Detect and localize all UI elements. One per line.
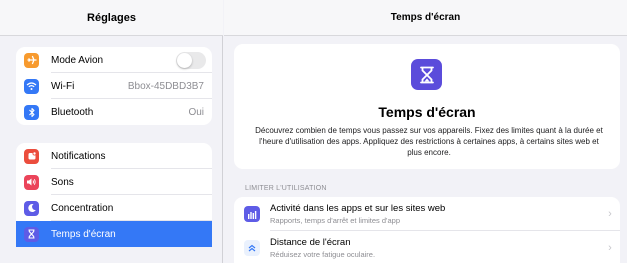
- moon-icon: [24, 200, 39, 216]
- sidebar: Réglages Mode Avion Wi-Fi Bbox-45DBD3B7 …: [0, 0, 223, 263]
- bar-chart-icon: [244, 206, 260, 222]
- list-item-title: Distance de l'écran: [270, 237, 351, 248]
- sidebar-item-label: Bluetooth: [51, 106, 94, 118]
- list-item-title: Activité dans les apps et sur les sites …: [270, 203, 446, 214]
- sidebar-item-notifications[interactable]: Notifications: [16, 143, 212, 169]
- notifications-icon: [24, 148, 39, 164]
- sidebar-item-label: Sons: [51, 176, 74, 188]
- settings-group-notifications: Notifications Sons Concentration Temps d…: [16, 143, 212, 247]
- page-title: Temps d'écran: [224, 0, 627, 36]
- wifi-icon: [24, 78, 39, 94]
- sidebar-item-focus[interactable]: Concentration: [16, 195, 212, 221]
- limit-usage-list: Activité dans les apps et sur les sites …: [234, 197, 620, 263]
- airplane-icon: [24, 52, 39, 68]
- sidebar-item-label: Mode Avion: [51, 54, 104, 66]
- list-item-screen-distance[interactable]: Distance de l'écran Réduisez votre fatig…: [234, 231, 620, 263]
- sidebar-item-sounds[interactable]: Sons: [16, 169, 212, 195]
- sound-icon: [24, 174, 39, 190]
- sidebar-item-wifi[interactable]: Wi-Fi Bbox-45DBD3B7: [16, 73, 212, 99]
- hourglass-icon: [411, 59, 442, 90]
- sidebar-item-bluetooth[interactable]: Bluetooth Oui: [16, 99, 212, 125]
- sidebar-item-label: Temps d'écran: [51, 228, 116, 240]
- sidebar-item-label: Wi-Fi: [51, 80, 75, 92]
- hourglass-icon: [24, 226, 39, 242]
- detail-pane: Temps d'écran Temps d'écran Découvrez co…: [224, 0, 627, 263]
- list-item-app-activity[interactable]: Activité dans les apps et sur les sites …: [234, 197, 620, 231]
- toggle-knob: [177, 52, 192, 68]
- sidebar-item-label: Notifications: [51, 150, 106, 162]
- chevrons-up-icon: [244, 240, 260, 256]
- sidebar-item-screen-time[interactable]: Temps d'écran: [16, 221, 212, 247]
- hero-description: Découvrez combien de temps vous passez s…: [255, 126, 603, 157]
- hero-title: Temps d'écran: [378, 104, 476, 120]
- sidebar-item-label: Concentration: [51, 202, 114, 214]
- bluetooth-status: Oui: [188, 106, 204, 118]
- list-item-text: Distance de l'écran Réduisez votre fatig…: [270, 237, 600, 259]
- sidebar-item-airplane-mode[interactable]: Mode Avion: [16, 47, 212, 73]
- list-item-text: Activité dans les apps et sur les sites …: [270, 203, 600, 225]
- chevron-right-icon: ›: [608, 208, 612, 220]
- sidebar-title: Réglages: [0, 0, 223, 36]
- list-item-subtitle: Rapports, temps d'arrêt et limites d'app: [270, 216, 401, 225]
- settings-group-connectivity: Mode Avion Wi-Fi Bbox-45DBD3B7 Bluetooth…: [16, 47, 212, 125]
- airplane-mode-toggle[interactable]: [176, 51, 206, 69]
- chevron-right-icon: ›: [608, 242, 612, 254]
- list-item-subtitle: Réduisez votre fatigue oculaire.: [270, 250, 376, 259]
- section-header: LIMITER L'UTILISATION: [245, 185, 327, 192]
- wifi-network-name: Bbox-45DBD3B7: [127, 80, 204, 92]
- screen-time-hero-card: Temps d'écran Découvrez combien de temps…: [234, 44, 620, 169]
- bluetooth-icon: [24, 104, 39, 120]
